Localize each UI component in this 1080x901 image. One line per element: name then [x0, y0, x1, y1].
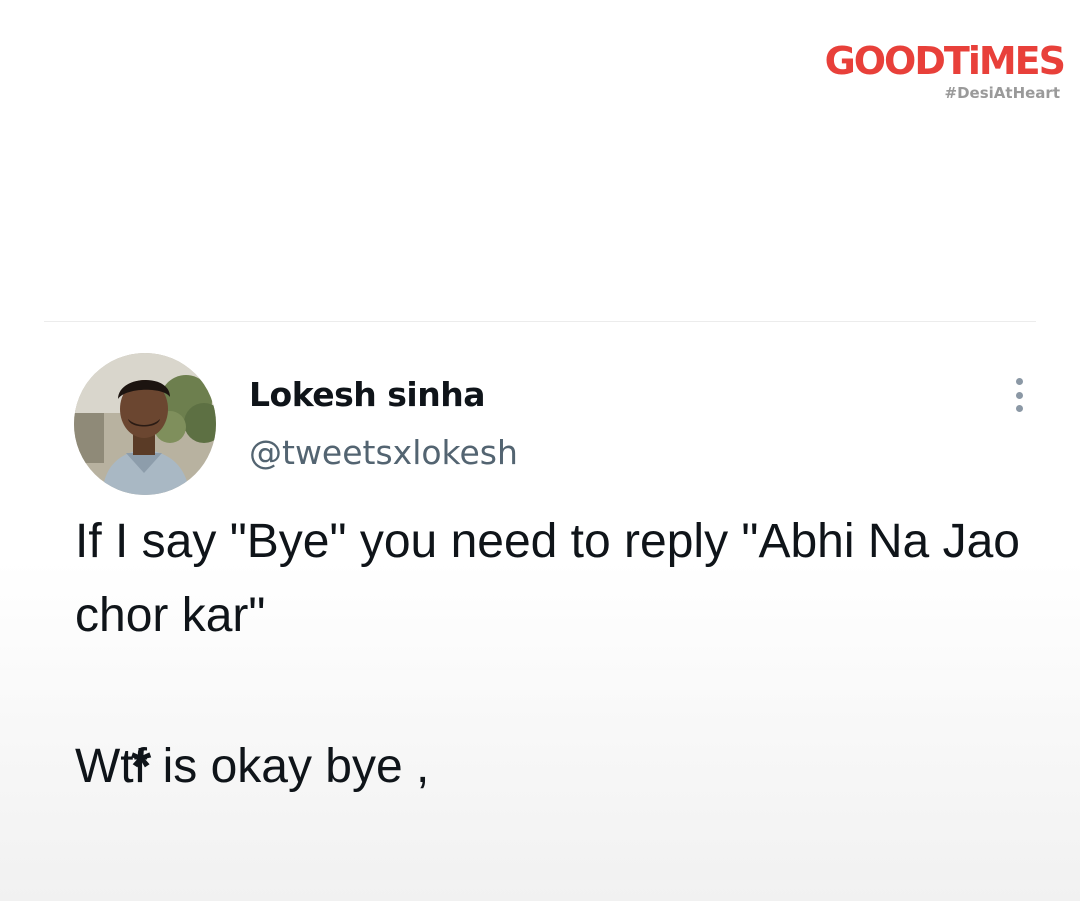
divider	[44, 321, 1036, 322]
user-handle[interactable]: @tweetsxlokesh	[249, 433, 518, 472]
more-vertical-icon	[1015, 391, 1023, 399]
censor-asterisk: *	[130, 738, 152, 796]
display-name[interactable]: Lokesh sinha	[249, 375, 485, 414]
tweet-text-rest: is okay bye ,	[149, 740, 430, 793]
more-vertical-icon	[1015, 378, 1023, 385]
tweet-text: If I say "Bye" you need to reply "Abhi N…	[75, 515, 1020, 642]
brand-logo: GOODTiMES	[824, 39, 1066, 83]
more-vertical-icon	[1015, 405, 1023, 412]
more-options-button[interactable]	[1004, 374, 1034, 416]
avatar-image	[74, 353, 216, 495]
brand-watermark: GOODTiMES #DesiAtHeart	[824, 39, 1066, 102]
tweet-text-line: Wtf* is okay bye ,	[75, 728, 429, 804]
brand-tagline: #DesiAtHeart	[944, 84, 1060, 102]
avatar[interactable]	[74, 353, 216, 495]
